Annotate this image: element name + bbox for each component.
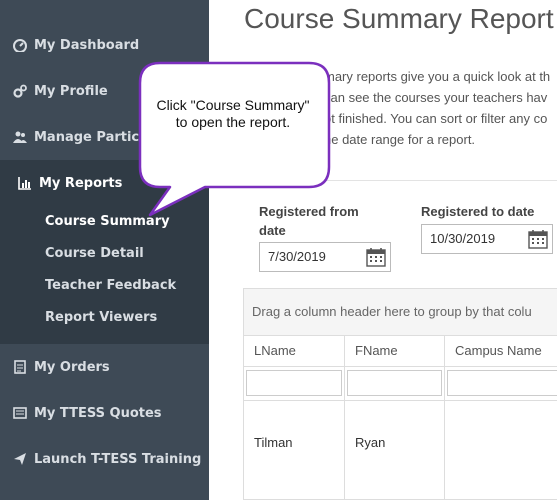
sidebar-item-my-reports[interactable]: My Reports (0, 160, 209, 206)
to-date-label: Registered to date (421, 204, 535, 219)
document-icon (14, 360, 26, 374)
users-icon (13, 131, 27, 143)
calendar-icon[interactable] (528, 229, 548, 249)
sidebar-item-label: My Reports (39, 175, 123, 191)
fname-value: Ryan (355, 435, 386, 450)
quotes-icon (13, 407, 27, 419)
send-icon (14, 453, 26, 465)
group-by-hint: Drag a column header here to group by th… (252, 304, 532, 319)
intro-line: mary reports give you a quick look at th (324, 69, 551, 84)
from-date-field[interactable]: 7/30/2019 (259, 242, 391, 272)
calendar-icon[interactable] (366, 247, 386, 267)
sidebar: My Dashboard My Profile Manage Participa… (0, 0, 209, 500)
submenu-item-report-viewers[interactable]: Report Viewers (45, 310, 157, 325)
from-date-label: Registered from date (259, 204, 359, 238)
divider (209, 180, 557, 181)
to-date-value: 10/30/2019 (430, 231, 496, 246)
filter-cell (445, 367, 557, 401)
table-cell[interactable]: Ryan (345, 401, 445, 500)
to-date-field[interactable]: 10/30/2019 (421, 224, 553, 254)
submenu-item-course-detail[interactable]: Course Detail (45, 246, 144, 261)
dashboard-icon (13, 39, 27, 52)
fname-filter-input[interactable] (347, 370, 442, 396)
sidebar-item-my-dashboard[interactable]: My Dashboard (0, 22, 209, 68)
sidebar-item-label: My Profile (34, 83, 108, 99)
sidebar-item-label: My TTESS Quotes (34, 405, 162, 421)
cogs-icon (13, 84, 27, 98)
column-header-lname[interactable]: LName (244, 335, 345, 367)
sidebar-item-my-profile[interactable]: My Profile (0, 68, 209, 114)
sidebar-item-my-ttess-quotes[interactable]: My TTESS Quotes (0, 390, 209, 436)
intro-line: can see the courses your teachers hav (324, 90, 548, 105)
lname-value: Tilman (254, 435, 293, 450)
lname-filter-input[interactable] (246, 370, 342, 396)
sidebar-item-manage-participants[interactable]: Manage Participants (0, 114, 209, 160)
bar-chart-icon (18, 177, 31, 190)
submenu-item-teacher-feedback[interactable]: Teacher Feedback (45, 278, 176, 293)
group-by-panel[interactable]: Drag a column header here to group by th… (244, 289, 557, 336)
report-grid: Drag a column header here to group by th… (243, 288, 557, 500)
column-header-label: LName (254, 343, 296, 358)
sidebar-item-launch-ttess-training[interactable]: Launch T-TESS Training (0, 436, 209, 482)
sidebar-item-label: Manage Participants (34, 129, 185, 145)
page-title: Course Summary Report (244, 3, 554, 34)
campus-filter-input[interactable] (447, 370, 557, 396)
from-date-value: 7/30/2019 (268, 249, 326, 264)
main-content: Course Summary Report mary reports give … (209, 0, 557, 500)
table-cell[interactable]: Tilman (244, 401, 345, 500)
column-header-label: Campus Name (455, 343, 542, 358)
sidebar-item-label: My Orders (34, 359, 110, 375)
filter-cell (244, 367, 345, 401)
filter-cell (345, 367, 445, 401)
column-header-fname[interactable]: FName (345, 335, 445, 367)
sidebar-item-label: Launch T-TESS Training (34, 451, 202, 467)
submenu-item-course-summary[interactable]: Course Summary (45, 214, 170, 229)
intro-line: he date range for a report. (324, 132, 476, 147)
intro-line: ot finished. You can sort or filter any … (324, 111, 548, 126)
sidebar-item-my-orders[interactable]: My Orders (0, 344, 209, 390)
intro-text: mary reports give you a quick look at th… (324, 66, 550, 150)
column-header-campus-name[interactable]: Campus Name (445, 335, 557, 367)
table-cell[interactable] (445, 401, 557, 500)
sidebar-item-label: My Dashboard (34, 37, 140, 53)
column-header-label: FName (355, 343, 398, 358)
